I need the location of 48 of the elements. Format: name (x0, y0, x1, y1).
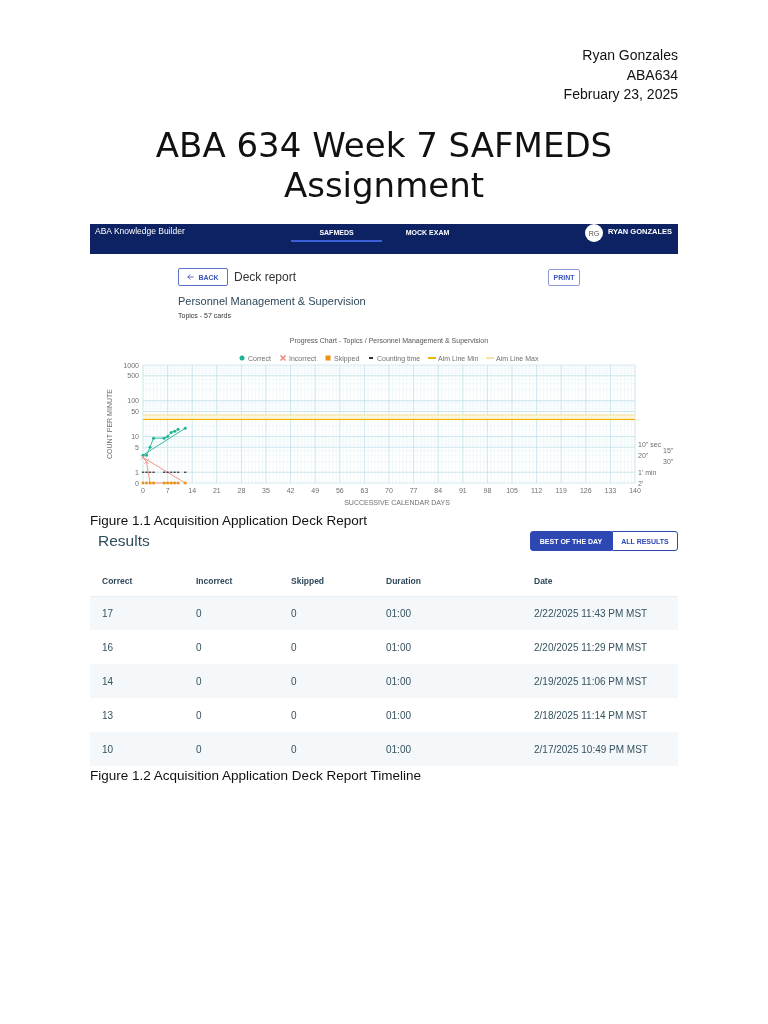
table-cell: 10 (90, 732, 184, 766)
figure-caption: Figure 1.1 Acquisition Application Deck Report (90, 512, 368, 530)
column-header: Incorrect (184, 566, 279, 596)
table-cell: 16 (90, 630, 184, 664)
deck-title: Personnel Management & Supervision (178, 295, 367, 308)
table-cell: 0 (184, 630, 279, 664)
square-marker (183, 481, 187, 485)
table-cell: 01:00 (374, 732, 522, 766)
table-cell: 17 (90, 596, 184, 630)
dash-marker (183, 471, 187, 473)
column-header: Date (522, 566, 678, 596)
table-cell: 0 (279, 732, 374, 766)
document-title: ABA 634 Week 7 SAFMEDS Assignment (154, 125, 614, 205)
table-cell: 0 (279, 630, 374, 664)
table-cell: 01:00 (374, 630, 522, 664)
table-cell: 0 (184, 664, 279, 698)
table-cell: 0 (279, 596, 374, 630)
course-code: ABA634 (626, 65, 678, 85)
table-cell: 01:00 (374, 596, 522, 630)
data-line (142, 427, 186, 456)
document-date: February 23, 2025 (563, 85, 678, 104)
table-cell: 2/22/2025 11:43 PM MST (522, 596, 678, 630)
table-cell: 0 (279, 664, 374, 698)
data-point (152, 436, 156, 440)
table-cell: 2/17/2025 10:49 PM MST (522, 732, 678, 766)
table-cell: 01:00 (374, 698, 522, 732)
data-line (142, 456, 186, 484)
page-title: Deck report (234, 270, 297, 284)
table-cell: 01:00 (374, 664, 522, 698)
column-header: Correct (90, 566, 184, 596)
data-point (148, 445, 152, 449)
column-header: Skipped (279, 566, 374, 596)
table-cell: 0 (279, 698, 374, 732)
app-brand: ABA Knowledge Builder (95, 226, 186, 236)
table-cell: 14 (90, 664, 184, 698)
data-point (183, 426, 187, 430)
arrow-left-icon (187, 274, 195, 280)
table-cell: 0 (184, 698, 279, 732)
column-header: Duration (374, 566, 522, 596)
table-cell: 0 (184, 596, 279, 630)
table-cell: 2/20/2025 11:29 PM MST (522, 630, 678, 664)
figure-caption: Figure 1.2 Acquisition Application Deck Report Timeline (90, 767, 422, 785)
results-heading: Results (98, 532, 150, 550)
table-cell: 0 (184, 732, 279, 766)
table-cell: 2/19/2025 11:06 PM MST (522, 664, 678, 698)
table-cell: 13 (90, 698, 184, 732)
author-name: Ryan Gonzales (582, 46, 678, 65)
table-cell: 2/18/2025 11:14 PM MST (522, 698, 678, 732)
